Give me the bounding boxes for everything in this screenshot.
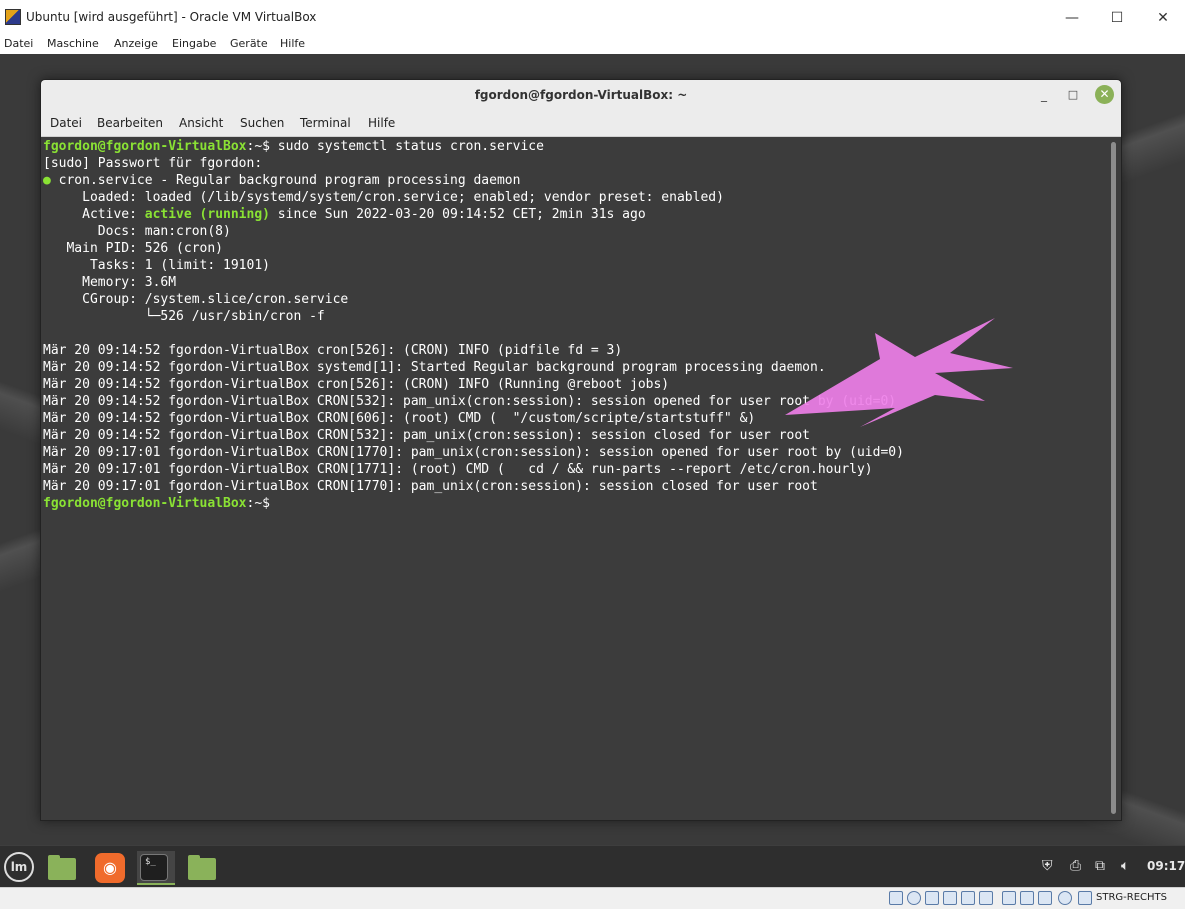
terminal-menu-ansicht[interactable]: Ansicht: [179, 116, 223, 130]
log-line: Mär 20 09:17:01 fgordon-VirtualBox CRON[…: [43, 479, 818, 494]
volume-icon[interactable]: 🔈︎: [1121, 858, 1129, 874]
terminal-line: Active: active (running) since Sun 2022-…: [43, 206, 646, 223]
log-line: Mär 20 09:14:52 fgordon-VirtualBox CRON[…: [43, 394, 897, 409]
terminal-close-button[interactable]: ✕: [1095, 85, 1114, 104]
service-description: cron.service - Regular background progra…: [50, 173, 521, 188]
host-key-label: STRG-RECHTS: [1096, 892, 1167, 903]
log-line: Mär 20 09:14:52 fgordon-VirtualBox CRON[…: [43, 428, 811, 443]
terminal-line: CGroup: /system.slice/cron.service: [43, 292, 349, 307]
folder-icon-body: [188, 858, 216, 880]
log-line: Mär 20 09:14:52 fgordon-VirtualBox CRON[…: [43, 411, 756, 426]
terminal-line: Tasks: 1 (limit: 19101): [43, 258, 270, 273]
log-line: Mär 20 09:14:52 fgordon-VirtualBox syste…: [43, 360, 826, 375]
network-icon[interactable]: ⧉: [1095, 858, 1105, 874]
vbox-menu-anzeige[interactable]: Anzeige: [114, 37, 158, 50]
terminal-menu-terminal[interactable]: Terminal: [300, 116, 351, 130]
virtualbox-app-icon: [5, 9, 21, 25]
terminal-line: Docs: man:cron(8): [43, 224, 231, 239]
optical-drive-icon[interactable]: [907, 891, 921, 905]
vbox-titlebar: Ubuntu [wird ausgeführt] - Oracle VM Vir…: [0, 0, 1185, 37]
terminal-scroll-thumb[interactable]: [1111, 142, 1116, 814]
annotation-arrow-icon: [785, 318, 1013, 427]
vbox-menu-hilfe[interactable]: Hilfe: [280, 37, 305, 50]
prompt-cwd: :~$: [246, 496, 270, 511]
guest-taskbar: lm ◉ $_ ⛨ ⎙ ⧉ 🔈︎ 09:17: [0, 845, 1185, 888]
terminal-line: [sudo] Passwort für fgordon:: [43, 156, 263, 171]
firefox-launcher-button[interactable]: ◉: [93, 851, 127, 885]
terminal-menu-suchen[interactable]: Suchen: [240, 116, 284, 130]
terminal-menu-bearbeiten[interactable]: Bearbeiten: [97, 116, 163, 130]
log-line: Mär 20 09:17:01 fgordon-VirtualBox CRON[…: [43, 445, 904, 460]
terminal-title: fgordon@fgordon-VirtualBox: ~: [474, 88, 688, 102]
terminal-line: └─526 /usr/sbin/cron -f: [43, 309, 325, 324]
vbox-menu-eingabe[interactable]: Eingabe: [172, 37, 216, 50]
terminal-menu-hilfe[interactable]: Hilfe: [368, 116, 395, 130]
active-label: Active:: [43, 207, 145, 222]
prompt-cwd: :~$: [246, 139, 270, 154]
terminal-menubar: Datei Bearbeiten Ansicht Suchen Terminal…: [41, 110, 1121, 137]
shared-folders-icon[interactable]: [979, 891, 993, 905]
terminal-maximize-button[interactable]: □: [1064, 86, 1082, 104]
vbox-window-title: Ubuntu [wird ausgeführt] - Oracle VM Vir…: [26, 10, 317, 24]
firefox-icon: ◉: [95, 853, 125, 883]
terminal-taskbar-button[interactable]: $_: [137, 851, 175, 885]
keyboard-capture-icon[interactable]: [1078, 891, 1092, 905]
display-icon[interactable]: [1002, 891, 1016, 905]
prompt-user: fgordon@fgordon-VirtualBox: [43, 139, 247, 154]
files-taskbar-button[interactable]: [185, 851, 219, 885]
files-launcher-button[interactable]: [45, 851, 79, 885]
mouse-integration-icon[interactable]: [1058, 891, 1072, 905]
vbox-statusbar: STRG-RECHTS: [0, 887, 1185, 909]
active-since: since Sun 2022-03-20 09:14:52 CET; 2min …: [269, 207, 646, 222]
terminal-window: fgordon@fgordon-VirtualBox: ~ _ □ ✕ Date…: [40, 79, 1122, 821]
log-line: Mär 20 09:17:01 fgordon-VirtualBox CRON[…: [43, 462, 873, 477]
terminal-output[interactable]: fgordon@fgordon-VirtualBox:~$ sudo syste…: [43, 138, 1108, 818]
terminal-scrollbar[interactable]: [1110, 140, 1118, 816]
terminal-line: Loaded: loaded (/lib/systemd/system/cron…: [43, 190, 724, 205]
vbox-menu-geraete[interactable]: Geräte: [230, 37, 268, 50]
terminal-line: Memory: 3.6M: [43, 275, 177, 290]
printer-icon[interactable]: ⎙: [1070, 858, 1081, 874]
vbox-menu-datei[interactable]: Datei: [4, 37, 33, 50]
terminal-menu-datei[interactable]: Datei: [50, 116, 82, 130]
vbox-close-button[interactable]: ✕: [1140, 4, 1185, 32]
vbox-menu-maschine[interactable]: Maschine: [47, 37, 99, 50]
active-state: active (running): [144, 207, 270, 222]
virtualization-icon[interactable]: [1038, 891, 1052, 905]
terminal-prompt-line: fgordon@fgordon-VirtualBox:~$: [43, 495, 270, 512]
usb-icon[interactable]: [961, 891, 975, 905]
terminal-line: ● cron.service - Regular background prog…: [43, 172, 520, 189]
log-line: Mär 20 09:14:52 fgordon-VirtualBox cron[…: [43, 343, 623, 358]
terminal-command-line: fgordon@fgordon-VirtualBox:~$ sudo syste…: [43, 138, 544, 155]
network-adapter-icon[interactable]: [943, 891, 957, 905]
hard-disk-icon[interactable]: [889, 891, 903, 905]
command-text: sudo systemctl status cron.service: [269, 139, 544, 154]
clock[interactable]: 09:17: [1147, 859, 1185, 873]
terminal-minimize-button[interactable]: _: [1035, 86, 1053, 104]
vbox-menubar: Datei Maschine Anzeige Eingabe Geräte Hi…: [0, 36, 1185, 54]
recording-icon[interactable]: [1020, 891, 1034, 905]
mint-menu-button[interactable]: lm: [4, 852, 34, 882]
status-dot-icon: ●: [43, 173, 51, 188]
shield-icon[interactable]: ⛨: [1042, 858, 1053, 874]
terminal-titlebar[interactable]: fgordon@fgordon-VirtualBox: ~ _ □ ✕: [41, 80, 1121, 110]
vbox-minimize-button[interactable]: —: [1049, 4, 1095, 32]
log-line: Mär 20 09:14:52 fgordon-VirtualBox cron[…: [43, 377, 670, 392]
vbox-maximize-button[interactable]: ☐: [1094, 4, 1140, 32]
terminal-icon: $_: [140, 854, 168, 881]
terminal-line: Main PID: 526 (cron): [43, 241, 224, 256]
prompt-user: fgordon@fgordon-VirtualBox: [43, 496, 247, 511]
folder-icon-body: [48, 858, 76, 880]
audio-icon[interactable]: [925, 891, 939, 905]
